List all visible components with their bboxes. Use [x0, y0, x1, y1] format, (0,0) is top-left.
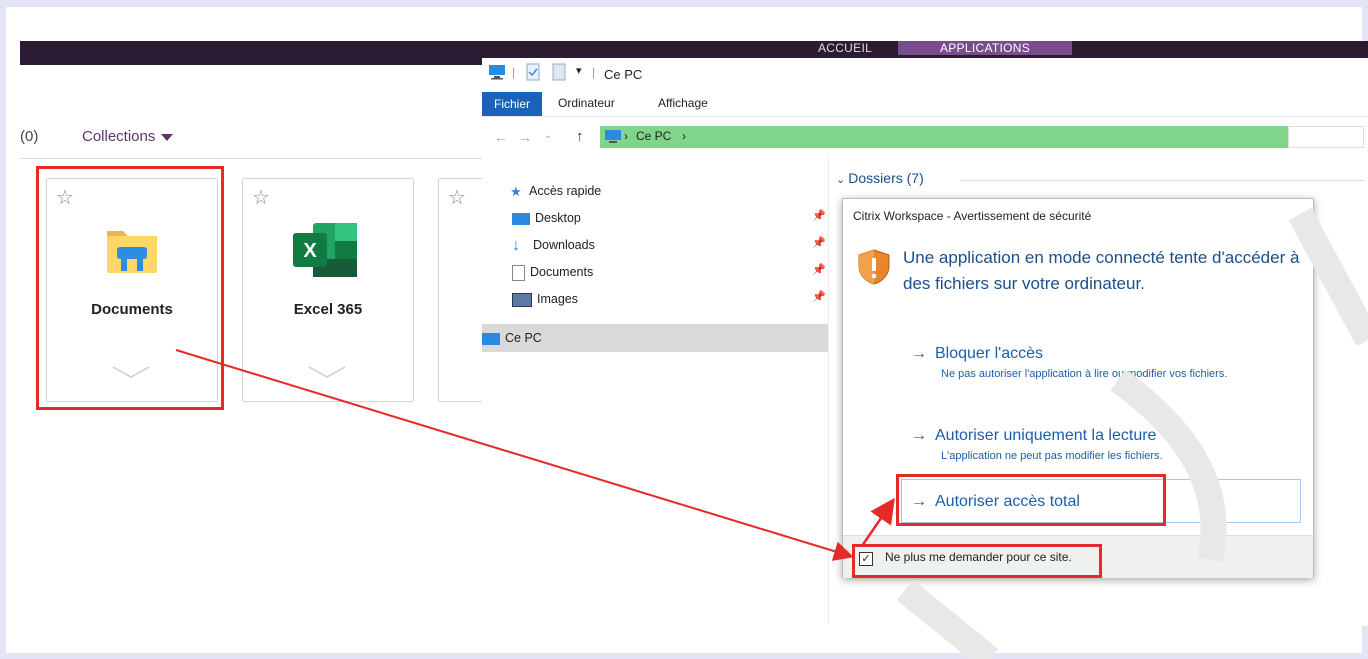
arrow-right-icon: → [911, 345, 927, 362]
pin-icon[interactable]: 📌 [812, 290, 826, 303]
up-arrow-icon[interactable]: ↑ [576, 128, 584, 145]
nav-item-images[interactable]: Images [512, 288, 578, 310]
forward-arrow-icon[interactable]: → [518, 129, 532, 145]
star-icon: ★ [510, 183, 522, 199]
option-label: Bloquer l'accès [935, 345, 1043, 362]
computer-icon [482, 332, 500, 345]
option-bloquer-acces[interactable]: → Bloquer l'accès Ne pas autoriser l'appl… [911, 345, 1261, 381]
option-description: Ne pas autoriser l'application à lire ou… [941, 368, 1228, 380]
highlight-documents-card [36, 166, 224, 410]
tab-accueil[interactable]: ACCUEIL [800, 41, 890, 55]
new-folder-icon[interactable] [552, 63, 566, 81]
app-card-excel[interactable]: ☆ X Excel 365 [242, 178, 414, 402]
shield-warning-icon [858, 249, 890, 285]
star-icon[interactable]: ☆ [252, 185, 270, 210]
nav-item-desktop[interactable]: Desktop [512, 207, 581, 229]
dialog-message: Une application en mode connecté tente d… [903, 248, 1300, 293]
arrow-right-icon: → [911, 427, 927, 444]
pane-divider [828, 154, 829, 624]
collections-dropdown[interactable]: Collections [82, 128, 174, 145]
tab-fichier[interactable]: Fichier [482, 92, 542, 116]
computer-icon [489, 65, 505, 80]
nav-label: Accès rapide [529, 184, 602, 198]
caret-down-icon [161, 133, 174, 141]
separator: | [512, 65, 516, 79]
address-bar[interactable]: › Ce PC › [600, 126, 1288, 148]
app-card-partial[interactable]: ☆ [438, 178, 483, 402]
recent-dropdown-icon[interactable]: ⌄ [544, 130, 552, 141]
nav-item-acces-rapide[interactable]: ★ Accès rapide [510, 180, 601, 202]
properties-icon[interactable] [526, 63, 540, 81]
nav-item-downloads[interactable]: ↓ Downloads [512, 234, 595, 256]
collections-label: Collections [82, 128, 156, 145]
document-icon [512, 264, 525, 281]
address-chevron-icon: › [682, 129, 686, 143]
star-icon[interactable]: ☆ [448, 185, 466, 210]
chevron-down-icon[interactable] [307, 365, 347, 379]
nav-label: Downloads [533, 238, 595, 252]
image-icon [512, 292, 532, 307]
chevron-down-icon: ⌄ [836, 174, 849, 186]
svg-text:X: X [303, 240, 317, 262]
address-chevron-icon: › [624, 129, 628, 143]
nav-label: Ce PC [505, 331, 542, 345]
tab-affichage[interactable]: Affichage [658, 96, 708, 110]
favorites-count: (0) [20, 128, 39, 145]
tab-applications[interactable]: APPLICATIONS [898, 41, 1072, 55]
pin-icon[interactable]: 📌 [812, 209, 826, 222]
nav-label: Images [537, 292, 578, 306]
quick-access-toolbar: | ▾ | Ce PC [482, 58, 1368, 88]
desktop-icon [512, 212, 530, 225]
customize-toolbar-icon[interactable]: ▾ [576, 64, 582, 77]
option-description: L'application ne peut pas modifier les f… [941, 450, 1163, 462]
dossiers-label: Dossiers (7) [848, 170, 924, 186]
address-crumb[interactable]: Ce PC [636, 129, 671, 143]
computer-icon [605, 130, 621, 143]
excel-icon: X [293, 223, 357, 277]
nav-label: Desktop [535, 211, 581, 225]
pin-icon[interactable]: 📌 [812, 263, 826, 276]
separator: | [592, 65, 596, 79]
address-bar-empty[interactable] [1288, 126, 1364, 148]
navigation-row: ← → ⌄ ↑ › Ce PC › [482, 124, 1368, 150]
app-name: Excel 365 [293, 301, 363, 318]
divider [20, 158, 482, 159]
tab-ordinateur[interactable]: Ordinateur [558, 96, 615, 110]
pin-icon[interactable]: 📌 [812, 236, 826, 249]
highlight-checkbox [852, 544, 1102, 578]
back-arrow-icon[interactable]: ← [494, 129, 508, 145]
section-divider [960, 180, 1364, 181]
dialog-title: Citrix Workspace - Avertissement de sécu… [853, 209, 1092, 223]
nav-item-ce-pc[interactable]: Ce PC [482, 327, 542, 349]
ribbon-tabs: Fichier Ordinateur Affichage [482, 92, 1368, 117]
download-arrow-icon: ↓ [512, 236, 520, 254]
nav-label: Documents [530, 265, 594, 279]
window-title: Ce PC [604, 67, 643, 82]
option-lecture-seule[interactable]: → Autoriser uniquement la lecture L'appli… [911, 427, 1261, 463]
option-label: Autoriser uniquement la lecture [935, 427, 1157, 444]
highlight-acces-total [896, 474, 1166, 526]
dossiers-header[interactable]: ⌄ Dossiers (7) [836, 170, 924, 186]
nav-item-documents[interactable]: Documents [512, 261, 593, 283]
